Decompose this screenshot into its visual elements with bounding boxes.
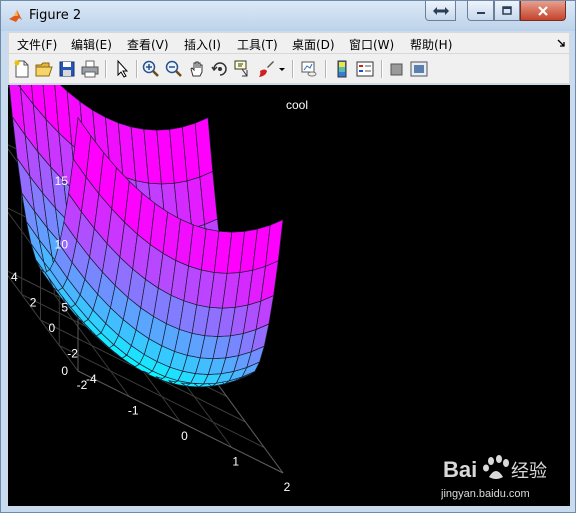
y-tick-label: -4	[86, 372, 97, 386]
brush-icon	[259, 61, 274, 77]
data-cursor-icon	[234, 60, 248, 77]
print-button[interactable]	[80, 59, 100, 79]
save-button[interactable]	[57, 59, 77, 79]
menu-file[interactable]: 文件(F)	[17, 36, 57, 53]
link-plot-button[interactable]	[299, 59, 319, 79]
figure-toolbar	[8, 54, 570, 84]
rotate-3d-button[interactable]	[210, 59, 230, 79]
menu-tools[interactable]: 工具(T)	[237, 36, 278, 53]
window-title: Figure 2	[29, 8, 82, 23]
x-axis-line	[77, 370, 284, 474]
new-figure-button[interactable]	[12, 59, 32, 79]
z-tick-label: 15	[55, 174, 69, 188]
menu-view[interactable]: 查看(V)	[127, 36, 169, 53]
zoom-in-button[interactable]	[141, 59, 161, 79]
restore-button[interactable]	[425, 1, 456, 21]
x-tick-label: -1	[128, 404, 139, 418]
edit-plot-button[interactable]	[112, 59, 132, 79]
minimize-icon	[476, 11, 485, 14]
new-figure-icon	[14, 60, 29, 78]
restore-arrows-icon	[432, 6, 449, 15]
x-tick-label: 0	[181, 429, 188, 443]
toolbar-separator	[325, 60, 327, 78]
pan-button[interactable]	[187, 59, 207, 79]
show-plot-tools-icon	[410, 61, 428, 77]
menu-bar: 文件(F) 编辑(E) 查看(V) 插入(I) 工具(T) 桌面(D) 窗口(W…	[8, 32, 570, 54]
legend-button[interactable]	[355, 59, 375, 79]
menu-edit[interactable]: 编辑(E)	[71, 36, 112, 53]
plot-title: cool	[286, 98, 308, 112]
x-tick-label: 2	[284, 480, 291, 494]
close-button[interactable]	[520, 1, 566, 21]
x-tick-label: 1	[232, 455, 239, 469]
y-tick-label: 0	[49, 321, 56, 335]
open-file-icon	[35, 62, 53, 77]
menu-help[interactable]: 帮助(H)	[410, 36, 452, 53]
title-bar[interactable]: Figure 2	[1, 1, 575, 31]
baidu-paw-icon	[483, 455, 509, 479]
y-axis-line	[207, 370, 284, 474]
z-tick-label: 5	[61, 301, 68, 315]
surface-plot-canvas[interactable]: 051015420-2-4-2-1012 cool	[8, 85, 570, 506]
maximize-icon	[502, 5, 512, 15]
link-plot-icon	[301, 61, 317, 77]
colorbar-icon	[337, 60, 347, 78]
close-icon	[538, 5, 548, 16]
dock-arrow-icon[interactable]	[557, 39, 566, 48]
watermark-brand-suffix: 经验	[511, 461, 547, 482]
maximize-button[interactable]	[494, 1, 520, 21]
menu-window[interactable]: 窗口(W)	[349, 36, 394, 53]
hide-plot-tools-icon	[390, 63, 403, 76]
y-tick-label: 2	[30, 296, 37, 310]
figure-window: Figure 2 文件(F) 编辑(E) 查看(V) 插入(I) 工具(T) 桌…	[0, 0, 576, 513]
x-tick-label: -2	[77, 378, 88, 392]
show-plot-tools-button[interactable]	[409, 59, 429, 79]
watermark-url: jingyan.baidu.com	[441, 488, 530, 500]
y-tick-label: 4	[11, 270, 18, 284]
open-button[interactable]	[34, 59, 54, 79]
menu-desktop[interactable]: 桌面(D)	[292, 36, 335, 53]
matlab-icon	[9, 10, 22, 22]
colorbar-button[interactable]	[332, 59, 352, 79]
y-tick-label: -2	[67, 347, 78, 361]
plot-area[interactable]: 0 5 10 15 4 2 0 -2 -4 -2 -1 0 1 2 cool	[8, 85, 570, 506]
zoom-out-icon	[165, 60, 182, 77]
brush-button[interactable]	[256, 59, 276, 79]
watermark-brand: Bai	[443, 457, 477, 482]
minimize-button[interactable]	[467, 1, 494, 21]
z-tick-label: 0	[61, 364, 68, 378]
data-cursor-button[interactable]	[233, 59, 253, 79]
toolbar-separator	[136, 60, 138, 78]
toolbar-separator	[381, 60, 383, 78]
toolbar-separator	[292, 60, 294, 78]
baidu-watermark: Bai 经验 jingyan.baidu.com	[440, 449, 571, 504]
menu-insert[interactable]: 插入(I)	[184, 36, 221, 53]
zoom-in-icon	[142, 60, 159, 77]
surface	[8, 85, 284, 388]
hide-plot-tools-button[interactable]	[387, 59, 407, 79]
brush-dropdown-icon	[279, 68, 285, 71]
print-icon	[81, 60, 99, 78]
edit-plot-icon	[117, 59, 129, 78]
pan-icon	[190, 61, 203, 77]
rotate-3d-icon	[211, 62, 227, 76]
brush-dropdown-button[interactable]	[277, 59, 287, 79]
legend-icon	[356, 61, 374, 77]
toolbar-separator	[105, 60, 107, 78]
zoom-out-button[interactable]	[164, 59, 184, 79]
z-tick-label: 10	[55, 237, 69, 251]
save-icon	[59, 61, 75, 77]
